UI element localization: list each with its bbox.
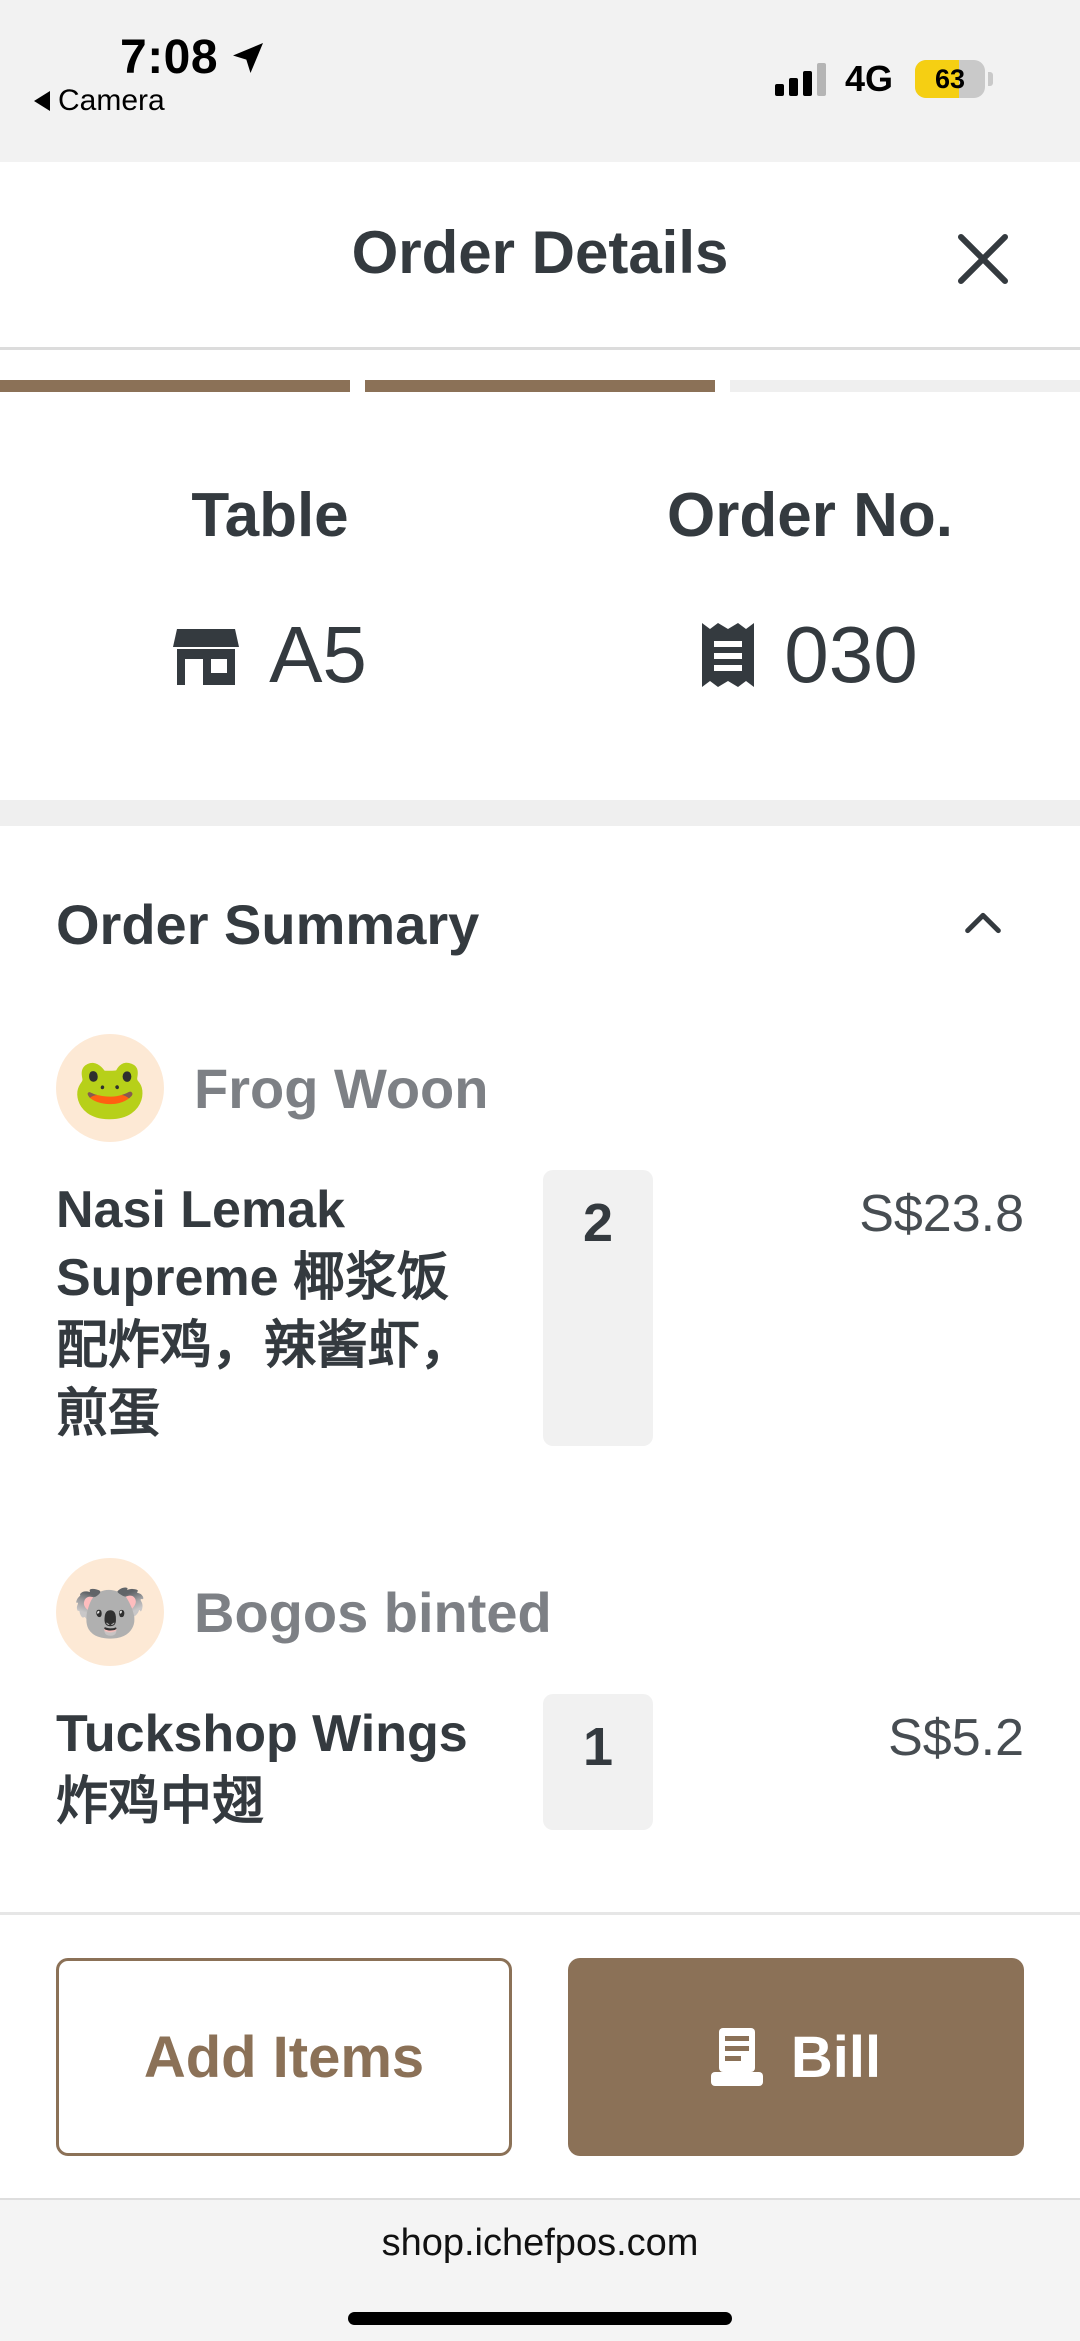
order-summary-title: Order Summary	[56, 893, 480, 956]
receipt-icon	[702, 623, 755, 687]
orderer-avatar: 🐸	[56, 1034, 164, 1142]
status-bar: 7:08 Camera 4G 63	[0, 0, 1080, 162]
battery-percentage: 63	[934, 64, 966, 94]
item-quantity: 2	[543, 1170, 653, 1446]
location-arrow-icon	[233, 43, 263, 73]
progress-step-1	[0, 380, 350, 392]
orderer-name: Frog Woon	[194, 1056, 489, 1120]
progress-step-2	[365, 380, 715, 392]
bill-label: Bill	[790, 2024, 882, 2090]
home-indicator[interactable]	[348, 2312, 732, 2325]
item-price: S$23.8	[859, 1185, 1024, 1243]
footer-divider	[0, 1912, 1080, 1915]
back-to-camera-link[interactable]: Camera	[34, 84, 165, 118]
browser-address-bar[interactable]: shop.ichefpos.com	[0, 2198, 1080, 2341]
order-number-label: Order No.	[667, 481, 953, 550]
orderer-avatar: 🐨	[56, 1558, 164, 1666]
bill-button[interactable]: Bill	[568, 1958, 1024, 2156]
orderer-name: Bogos binted	[194, 1580, 552, 1644]
item-quantity: 1	[543, 1694, 653, 1830]
back-label: Camera	[58, 84, 165, 117]
add-items-label: Add Items	[143, 2024, 425, 2090]
chevron-up-icon[interactable]	[960, 900, 1006, 946]
page-title: Order Details	[351, 219, 729, 286]
order-number-info: Order No. 030	[540, 480, 1080, 701]
add-items-button[interactable]: Add Items	[56, 1958, 512, 2156]
store-icon	[173, 629, 240, 685]
battery-icon: 63	[915, 60, 985, 98]
table-info: Table A5	[0, 480, 540, 701]
status-time: 7:08	[120, 31, 219, 84]
page-header: Order Details	[0, 162, 1080, 350]
close-icon[interactable]	[950, 226, 1016, 292]
bill-icon	[710, 2028, 763, 2086]
cellular-signal-icon	[775, 62, 826, 96]
item-name: Nasi Lemak Supreme 椰浆饭配炸鸡，辣酱虾，煎蛋	[56, 1181, 473, 1443]
progress-step-3	[730, 380, 1080, 392]
orderer-row: 🐨 Bogos binted	[56, 1558, 552, 1666]
back-triangle-icon	[34, 91, 50, 111]
order-progress-bar	[0, 380, 1080, 392]
section-divider	[0, 800, 1080, 826]
item-price: S$5.2	[888, 1709, 1024, 1767]
battery-cap	[988, 72, 993, 86]
table-value: A5	[269, 610, 367, 699]
item-name: Tuckshop Wings 炸鸡中翅	[56, 1705, 468, 1831]
network-type: 4G	[845, 58, 894, 99]
url-text: shop.ichefpos.com	[381, 2222, 699, 2264]
order-number-value: 030	[784, 610, 918, 699]
order-info-panel: Table A5 Order No. 030	[0, 392, 1080, 800]
table-label: Table	[191, 481, 349, 550]
orderer-row: 🐸 Frog Woon	[56, 1034, 488, 1142]
